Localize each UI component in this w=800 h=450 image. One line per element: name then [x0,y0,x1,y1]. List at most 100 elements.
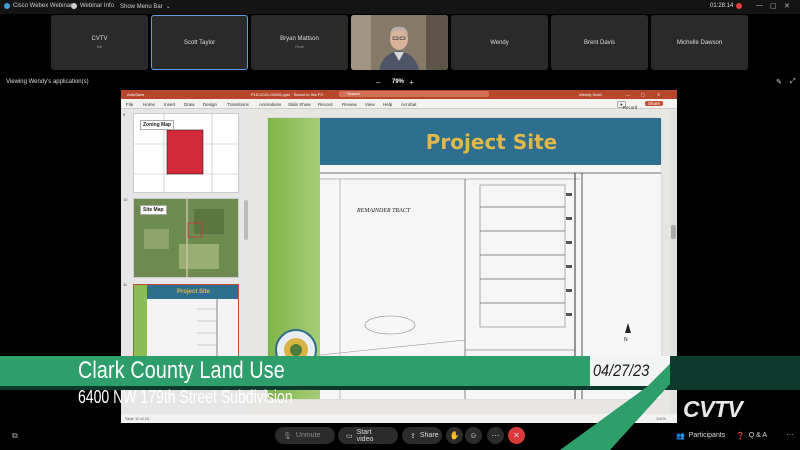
webinar-info-label: Webinar Info [80,3,114,9]
unmute-label: Unmute [295,432,321,439]
ppt-scroll-thumb[interactable] [671,225,676,239]
thumb-number: 9 [123,112,126,117]
ribbon-tab-review[interactable]: Review [342,102,357,107]
participant-name: Bryan Mattson [280,36,319,42]
ribbon-tab-transitions[interactable]: Transitions [227,102,249,107]
thumbnail-site-map[interactable]: Site Map [133,198,239,278]
show-menu-bar-button[interactable]: Show Menu Bar ⌄ [120,3,171,11]
participant-tile[interactable]: Brent Davis [551,15,648,70]
smiley-icon: ☺ [469,431,478,440]
camera-icon: ▭ [346,432,353,440]
ribbon-tab-design[interactable]: Design [203,102,217,107]
autosave-label[interactable]: AutoSave [127,92,144,97]
thumb-label: Project Site [147,285,238,299]
more-options-button[interactable]: ⋯ [487,427,504,444]
viewing-label: Viewing Wendy's application(s) [6,79,89,85]
meeting-timer: 01:28:14 [710,3,743,9]
participant-role: Me [96,44,103,49]
record-label: Record [622,105,638,110]
slide-header: Project Site [320,118,661,165]
ppt-file-name: PLD-2021-00046.pptx · Saved to this PC [251,92,324,97]
start-video-label: Start video [356,428,374,443]
ppt-ribbon: File Home Insert Draw Design Transitions… [121,99,677,110]
participant-tile[interactable]: Wendy [451,15,548,70]
start-video-button[interactable]: ▭ Start video [338,427,398,444]
annotate-icon[interactable]: ✎ [776,78,782,86]
svg-text:N: N [624,337,628,343]
chevron-down-icon: ⌄ [165,4,171,10]
maximize-icon[interactable]: ▢ [770,2,777,10]
webex-logo-icon [4,3,10,9]
zoom-level: 79% [392,79,405,85]
thumb-number: 10 [123,197,128,202]
participant-tile[interactable]: Bryan Mattson Host [251,15,348,70]
ribbon-tab-insert[interactable]: Insert [164,102,175,107]
reactions-button[interactable]: ☺ [465,427,482,444]
participants-button[interactable]: 👥 Participants [668,427,733,444]
zoom-out-button[interactable]: – [376,78,380,87]
ppt-title-bar: AutoSave PLD-2021-00046.pptx · Saved to … [121,90,677,99]
participants-icon: 👥 [676,432,685,440]
raise-hand-button[interactable]: ✋ [446,427,463,444]
ribbon-tab-home[interactable]: Home [143,102,155,107]
ribbon-tab-view[interactable]: View [365,102,375,107]
webex-top-bar: Cisco Webex Webinars Webinar Info Show M… [0,0,800,14]
cvtv-logo: CVTV [683,396,743,422]
fullscreen-icon[interactable]: ⤢ [790,78,796,86]
share-button[interactable]: ⇪ Share [402,427,442,444]
minimize-icon[interactable]: — [756,2,763,9]
ppt-minimize-icon[interactable]: — [626,92,630,97]
leave-button[interactable]: ✕ [508,427,525,444]
app-title: Cisco Webex Webinars [13,3,76,9]
ribbon-tab-help[interactable]: Help [383,102,392,107]
participant-name: CVTV [91,36,108,42]
thumb-label: Zoning Map [140,120,175,130]
app-name: Cisco Webex Webinars [4,3,75,9]
hand-icon: ✋ [449,431,460,440]
lower-third-subtitle: 6400 NW 179th Street Subdivision [78,387,293,407]
info-icon [71,3,77,9]
participant-tile[interactable]: CVTV Me [51,15,148,70]
ribbon-tab-draw[interactable]: Draw [184,102,195,107]
zoom-in-button[interactable]: + [409,78,414,87]
lower-third-title: Clark County Land Use [78,357,285,384]
participant-tile-active[interactable]: Scott Taylor [151,15,248,70]
participant-role: Host [295,44,304,49]
ribbon-tab-record[interactable]: Record [318,102,333,107]
record-button[interactable]: ● Record [617,101,637,110]
qa-button[interactable]: ❓ Q & A [728,427,775,444]
plat-label: REMAINDER TRACT [356,208,411,214]
panel-more-icon[interactable]: ⋯ [786,430,794,439]
ppt-close-icon[interactable]: ✕ [657,92,660,97]
timer-text: 01:28:14 [710,3,734,9]
captions-icon[interactable]: ⧉ [12,431,18,441]
thumbnail-zoning-map[interactable]: Zoning Map [133,113,239,193]
qa-label: Q & A [748,432,768,439]
ribbon-tab-file[interactable]: File [126,102,133,107]
slide-counter: Slide 11 of 24 [125,416,150,421]
participant-name: Brent Davis [583,39,615,46]
participant-video[interactable] [351,15,448,70]
ribbon-tab-slide-show[interactable]: Slide Show [288,102,311,107]
more-icon: ⋯ [491,431,500,440]
share-label: Share [419,432,439,439]
show-menu-bar-label: Show Menu Bar [120,3,163,10]
close-icon: ✕ [513,431,520,440]
participant-name: Wendy [490,39,509,46]
ribbon-tab-acrobat[interactable]: Acrobat [401,102,417,107]
thumb-scrollbar[interactable] [244,200,248,240]
qa-icon: ❓ [736,432,745,440]
unmute-button[interactable]: 🎙 Unmute [275,427,335,444]
ribbon-tab-animations[interactable]: Animations [259,102,281,107]
lower-third-date: 04/27/23 [593,361,650,380]
ppt-search-box[interactable]: Search [339,91,489,97]
microphone-muted-icon: 🎙 [283,432,292,440]
webinar-info-button[interactable]: Webinar Info [71,3,114,9]
participant-name: Michelle Dawson [676,39,723,46]
recording-icon [736,3,743,9]
ppt-share-button[interactable]: Share [645,101,664,106]
close-icon[interactable]: ✕ [784,2,790,10]
participant-tile[interactable]: Michelle Dawson [651,15,748,70]
share-info-bar: Viewing Wendy's application(s) – 79% + ✎… [0,76,800,88]
ppt-maximize-icon[interactable]: ▢ [641,92,645,97]
